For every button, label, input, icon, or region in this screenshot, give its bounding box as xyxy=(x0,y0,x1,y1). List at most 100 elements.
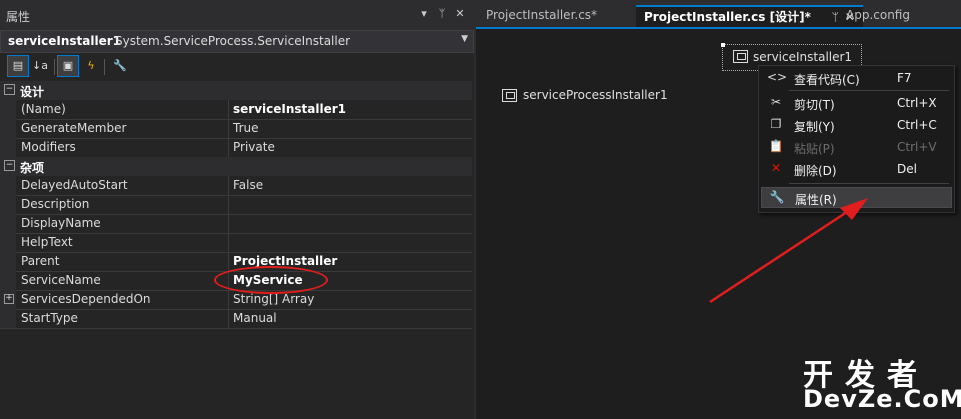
property-name: Description xyxy=(21,197,90,211)
menu-item-shortcut: Ctrl+V xyxy=(897,140,937,154)
menu-item-label: 删除(D) xyxy=(794,164,837,178)
property-row[interactable]: Modifiers Private xyxy=(0,138,472,158)
row-gutter xyxy=(0,100,16,119)
property-name: StartType xyxy=(21,311,78,325)
close-icon[interactable]: ✕ xyxy=(452,6,468,22)
property-row[interactable]: DelayedAutoStart False xyxy=(0,176,472,196)
copy-icon: ❐ xyxy=(770,117,782,131)
column-divider xyxy=(228,176,229,195)
tab-projectinstaller-code[interactable]: ProjectInstaller.cs* xyxy=(478,5,605,27)
property-row[interactable]: (Name) serviceInstaller1 xyxy=(0,100,472,120)
menu-item-copy[interactable]: ❐ 复制(Y) Ctrl+C xyxy=(761,115,952,136)
property-pages-icon[interactable]: 🔧 xyxy=(110,56,130,76)
arrow-shaft xyxy=(709,208,851,304)
menu-item-shortcut: F7 xyxy=(897,71,912,85)
property-row[interactable]: StartType Manual xyxy=(0,309,472,329)
object-selector[interactable]: serviceInstaller1 System.ServiceProcess.… xyxy=(0,30,474,53)
delete-icon: ✕ xyxy=(770,161,782,175)
menu-item-delete[interactable]: ✕ 删除(D) Del xyxy=(761,159,952,180)
tab-projectinstaller-design[interactable]: ProjectInstaller.cs [设计]* ᛘ ✕ xyxy=(636,5,863,28)
collapse-icon[interactable]: − xyxy=(4,160,15,171)
component-icon xyxy=(733,50,748,63)
pin-icon[interactable]: ᛘ xyxy=(434,6,450,22)
row-gutter xyxy=(0,252,16,271)
property-row[interactable]: + ServicesDependedOn String[] Array xyxy=(0,290,472,310)
row-gutter xyxy=(0,119,16,138)
properties-icon[interactable]: ▣ xyxy=(57,55,79,77)
menu-item-code[interactable]: <> 查看代码(C) F7 xyxy=(761,68,952,89)
property-value[interactable]: String[] Array xyxy=(233,292,314,306)
events-icon[interactable]: ϟ xyxy=(81,56,101,76)
column-divider xyxy=(228,195,229,214)
cut-icon: ✂ xyxy=(770,95,782,109)
annotation-arrow xyxy=(709,198,868,304)
menu-item-label: 粘贴(P) xyxy=(794,142,835,156)
highlight-oval xyxy=(214,266,328,294)
row-gutter xyxy=(0,138,16,157)
property-name: (Name) xyxy=(21,102,66,116)
column-divider xyxy=(228,100,229,119)
row-gutter xyxy=(0,176,16,195)
component-icon xyxy=(502,89,517,102)
property-row[interactable]: Description xyxy=(0,195,472,215)
property-value[interactable]: True xyxy=(233,121,259,135)
property-name: HelpText xyxy=(21,235,73,249)
properties-title-bar: 属性 ▾ ᛘ ✕ xyxy=(0,0,474,30)
menu-item-shortcut: Ctrl+C xyxy=(897,118,937,132)
property-row[interactable]: HelpText xyxy=(0,233,472,253)
menu-item-label: 查看代码(C) xyxy=(794,73,860,87)
alphabetical-icon[interactable]: ↓a xyxy=(30,56,50,76)
column-divider xyxy=(228,233,229,252)
category-label: 设计 xyxy=(20,85,45,99)
property-name: DisplayName xyxy=(21,216,101,230)
code-icon: <> xyxy=(767,70,788,84)
menu-item-cut[interactable]: ✂ 剪切(T) Ctrl+X xyxy=(761,93,952,114)
property-name: ServicesDependedOn xyxy=(21,292,151,306)
component-label: serviceProcessInstaller1 xyxy=(523,88,668,102)
column-divider xyxy=(228,252,229,271)
properties-title: 属性 xyxy=(6,10,31,24)
menu-item-label: 剪切(T) xyxy=(794,98,835,112)
dropdown-icon[interactable]: ▾ xyxy=(416,6,432,22)
property-name: Parent xyxy=(21,254,60,268)
watermark-domain: DevZe.CoM xyxy=(803,385,961,413)
menu-separator xyxy=(789,183,949,184)
document-tabs: ProjectInstaller.cs* ProjectInstaller.cs… xyxy=(476,0,961,29)
expand-icon[interactable]: + xyxy=(4,294,14,304)
category-header[interactable]: − 设计 xyxy=(0,81,472,100)
collapse-icon[interactable]: − xyxy=(4,84,15,95)
toolbar-separator xyxy=(104,59,105,75)
property-row[interactable]: DisplayName xyxy=(0,214,472,234)
column-divider xyxy=(228,214,229,233)
selection-handle[interactable] xyxy=(721,43,725,47)
column-divider xyxy=(228,290,229,309)
property-name: Modifiers xyxy=(21,140,76,154)
properties-toolbar: ▤ ↓a ▣ ϟ 🔧 xyxy=(0,53,474,80)
category-header[interactable]: − 杂项 xyxy=(0,157,472,176)
property-value[interactable]: False xyxy=(233,178,263,192)
menu-item-shortcut: Ctrl+X xyxy=(897,96,937,110)
chevron-down-icon[interactable]: ▼ xyxy=(461,34,468,44)
arrow-head xyxy=(840,198,868,220)
row-gutter: + xyxy=(0,290,16,309)
row-gutter xyxy=(0,271,16,290)
property-value[interactable]: Private xyxy=(233,140,275,154)
categorized-icon[interactable]: ▤ xyxy=(7,55,29,77)
object-type: System.ServiceProcess.ServiceInstaller xyxy=(115,34,351,48)
object-name: serviceInstaller1 xyxy=(8,34,122,48)
toolbar-separator xyxy=(54,59,55,75)
row-gutter xyxy=(0,195,16,214)
row-gutter xyxy=(0,233,16,252)
row-gutter xyxy=(0,309,16,328)
tab-label: ProjectInstaller.cs [设计]* xyxy=(644,10,811,24)
property-name: GenerateMember xyxy=(21,121,127,135)
property-value[interactable]: serviceInstaller1 xyxy=(233,102,346,116)
column-divider xyxy=(228,138,229,157)
menu-item-paste[interactable]: 📋 粘贴(P) Ctrl+V xyxy=(761,137,952,158)
property-name: DelayedAutoStart xyxy=(21,178,128,192)
property-row[interactable]: GenerateMember True xyxy=(0,119,472,139)
tab-app-config[interactable]: App.config xyxy=(838,5,918,27)
property-value[interactable]: Manual xyxy=(233,311,277,325)
row-gutter xyxy=(0,214,16,233)
column-divider xyxy=(228,309,229,328)
